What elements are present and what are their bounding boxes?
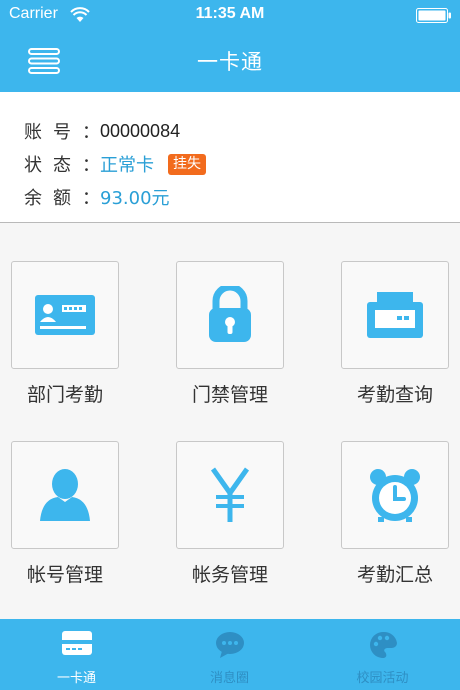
lock-icon	[209, 286, 251, 342]
tab-bar: 一卡通 消息圈 校园活动	[0, 619, 460, 690]
tile-label-account-management: 帐号管理	[26, 564, 103, 586]
id-card-icon	[35, 295, 95, 335]
finance-management-tile[interactable]	[176, 441, 284, 549]
app-header: Carrier 11:35 AM 一卡通	[0, 0, 460, 92]
chat-icon	[215, 632, 244, 658]
status-bar: Carrier 11:35 AM	[0, 0, 460, 32]
tab-label-messages: 消息圈	[209, 671, 249, 686]
tile-label-attendance-summary: 考勤汇总	[356, 564, 433, 586]
tile-label-attendance-query: 考勤查询	[356, 384, 433, 406]
account-value: 00000084	[100, 120, 181, 141]
balance-value: 93.00元	[100, 188, 170, 209]
tile-label-finance-management: 帐务管理	[191, 564, 268, 586]
status-label: 状 态 ：	[24, 155, 100, 176]
tab-label-one-card: 一卡通	[56, 671, 96, 686]
yen-icon	[210, 467, 250, 522]
printer-icon	[367, 292, 423, 338]
card-icon	[61, 631, 92, 655]
clock: 11:35 AM	[195, 5, 265, 22]
attendance-summary-tile[interactable]	[341, 441, 449, 549]
page-title: 一卡通	[197, 50, 263, 74]
account-row: 账 号 ： 00000084	[24, 118, 180, 144]
status-row: 状 态 ： 正常卡 挂失	[24, 151, 206, 177]
tab-campus-events[interactable]: 校园活动	[306, 619, 459, 690]
alarm-clock-icon	[370, 469, 420, 522]
card-info-panel: 账 号 ： 00000084 状 态 ： 正常卡 挂失 余 额 ： 93.00元	[0, 92, 460, 223]
balance-label: 余 额 ：	[24, 188, 100, 209]
tile-label-dept-attendance: 部门考勤	[26, 384, 103, 406]
battery-icon	[416, 8, 451, 23]
tab-messages[interactable]: 消息圈	[153, 619, 306, 690]
access-control-tile[interactable]	[176, 261, 284, 369]
palette-icon	[369, 631, 397, 658]
account-label: 账 号 ：	[24, 122, 100, 143]
tab-one-card[interactable]: 一卡通	[0, 619, 153, 690]
tab-label-campus-events: 校园活动	[356, 671, 409, 686]
dept-attendance-tile[interactable]	[11, 261, 119, 369]
attendance-query-tile[interactable]	[341, 261, 449, 369]
account-management-tile[interactable]	[11, 441, 119, 549]
tile-label-access-control: 门禁管理	[191, 384, 268, 406]
balance-row: 余 额 ： 93.00元	[24, 184, 170, 210]
user-icon	[40, 469, 90, 521]
report-lost-button[interactable]: 挂失	[168, 153, 206, 175]
status-value: 正常卡	[100, 155, 154, 176]
